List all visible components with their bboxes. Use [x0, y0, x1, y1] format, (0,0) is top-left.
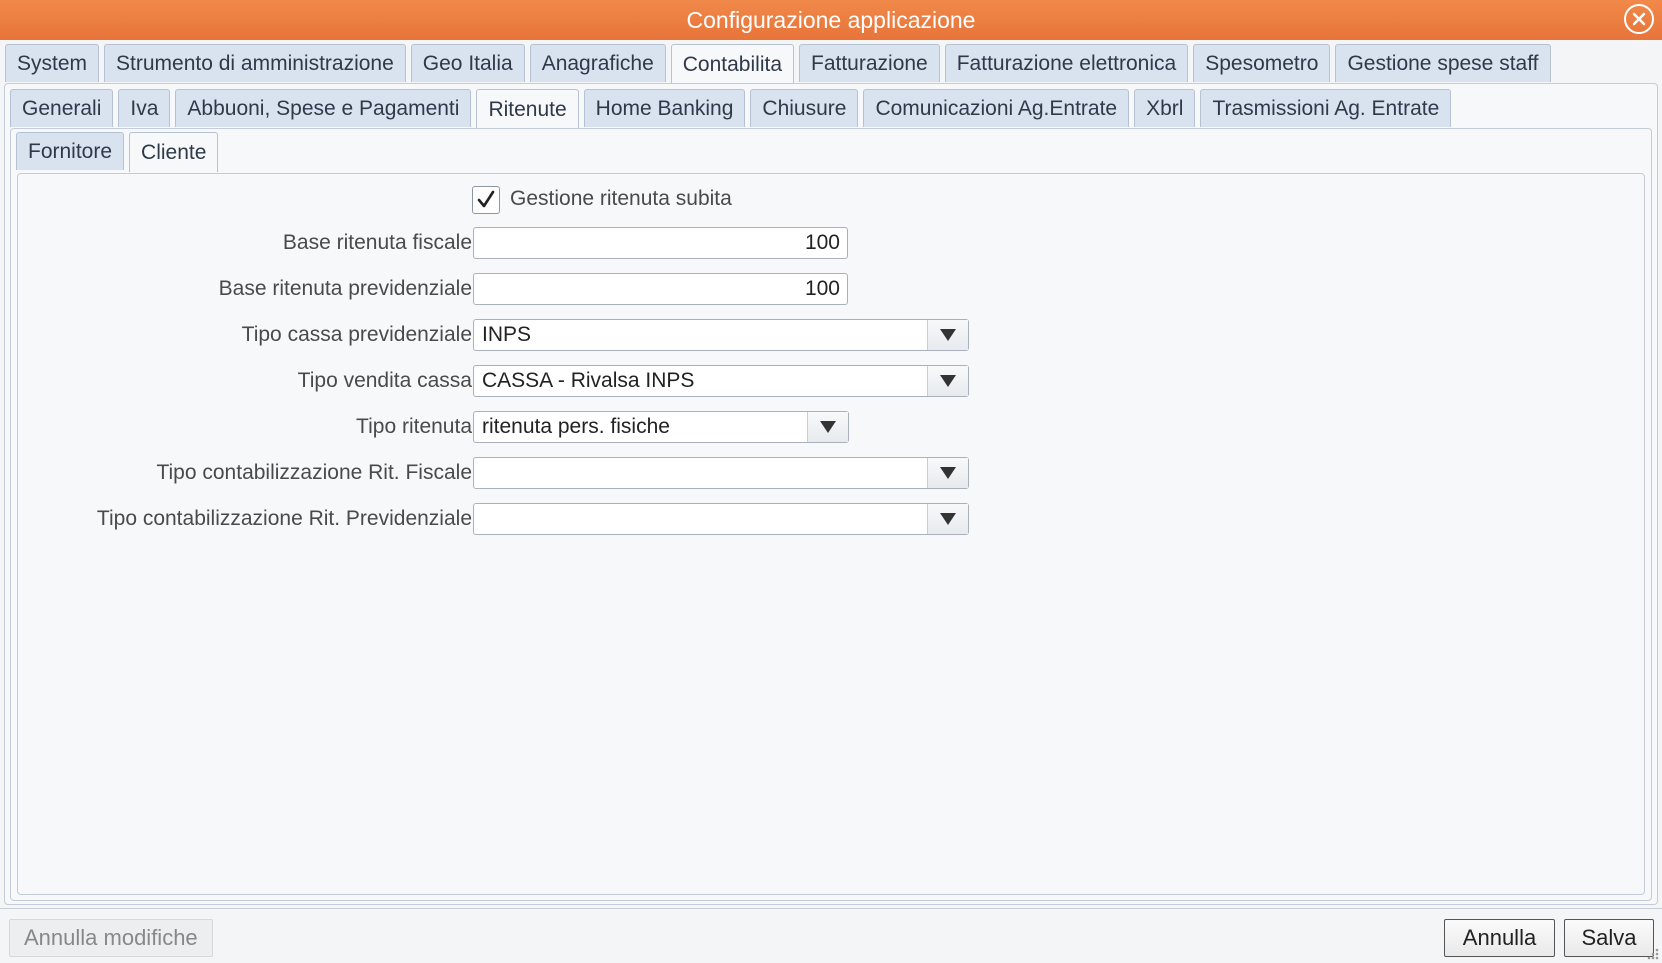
chevron-down-icon[interactable] [927, 366, 968, 396]
row-tipo-vendita: Tipo vendita cassa CASSA - Rivalsa INPS [0, 365, 1662, 397]
tipo-ritenuta-label: Tipo ritenuta [356, 415, 472, 438]
tipo-vendita-label: Tipo vendita cassa [297, 369, 472, 392]
gestione-ritenuta-label: Gestione ritenuta subita [510, 187, 732, 210]
tab-spesometro[interactable]: Spesometro [1193, 44, 1331, 82]
chevron-down-icon[interactable] [927, 458, 968, 488]
base-fiscale-input[interactable] [473, 227, 848, 259]
close-x-glyph [1632, 12, 1646, 26]
close-icon[interactable] [1624, 4, 1654, 34]
chevron-down-icon[interactable] [807, 412, 848, 442]
contab-previdenziale-select[interactable] [473, 503, 969, 535]
tab-generali[interactable]: Generali [10, 89, 114, 127]
tipo-vendita-select[interactable]: CASSA - Rivalsa INPS [473, 365, 969, 397]
tab-geo-italia[interactable]: Geo Italia [410, 44, 525, 82]
tab-iva[interactable]: Iva [118, 89, 171, 127]
tab-cliente[interactable]: Cliente [129, 132, 219, 172]
tab-system[interactable]: System [5, 44, 100, 82]
top-tab-bar: System Strumento di amministrazione Geo … [5, 44, 1556, 84]
base-fiscale-label: Base ritenuta fiscale [282, 231, 472, 254]
contab-previdenziale-label: Tipo contabilizzazione Rit. Previdenzial… [96, 507, 472, 530]
row-tipo-ritenuta: Tipo ritenuta ritenuta pers. fisiche [0, 411, 1662, 443]
tab-strumento-amministrazione[interactable]: Strumento di amministrazione [104, 44, 406, 82]
tipo-ritenuta-value: ritenuta pers. fisiche [482, 415, 670, 438]
tipo-cassa-label: Tipo cassa previdenziale [241, 323, 472, 346]
cancel-button[interactable]: Annulla [1444, 919, 1555, 957]
config-window: Configurazione applicazione System Strum… [0, 0, 1662, 963]
window-title: Configurazione applicazione [686, 6, 976, 33]
tab-gestione-spese-staff[interactable]: Gestione spese staff [1335, 44, 1551, 82]
tipo-vendita-value: CASSA - Rivalsa INPS [482, 369, 695, 392]
tab-fornitore[interactable]: Fornitore [16, 132, 125, 170]
resize-grip-icon[interactable] [1644, 945, 1660, 961]
chevron-down-icon[interactable] [927, 504, 968, 534]
checkmark-icon [477, 190, 495, 208]
tab-xbrl[interactable]: Xbrl [1134, 89, 1196, 127]
row-contab-previdenziale: Tipo contabilizzazione Rit. Previdenzial… [0, 503, 1662, 535]
base-previdenziale-label: Base ritenuta previdenziale [218, 277, 472, 300]
footer-bar: Annulla modifiche Annulla Salva [0, 908, 1662, 963]
tab-abbuoni-spese-pagamenti[interactable]: Abbuoni, Spese e Pagamenti [175, 89, 472, 127]
gestione-ritenuta-checkbox[interactable] [472, 186, 500, 214]
tab-trasmissioni-ag-entrate[interactable]: Trasmissioni Ag. Entrate [1200, 89, 1452, 127]
tab-home-banking[interactable]: Home Banking [583, 89, 746, 127]
row-base-fiscale: Base ritenuta fiscale [0, 227, 1662, 259]
row-contab-fiscale: Tipo contabilizzazione Rit. Fiscale [0, 457, 1662, 489]
contab-fiscale-label: Tipo contabilizzazione Rit. Fiscale [156, 461, 472, 484]
save-button[interactable]: Salva [1564, 919, 1654, 957]
chevron-down-icon[interactable] [927, 320, 968, 350]
tab-ritenute[interactable]: Ritenute [476, 89, 579, 129]
title-bar: Configurazione applicazione [0, 0, 1662, 40]
contab-fiscale-select[interactable] [473, 457, 969, 489]
contabilita-panel: Generali Iva Abbuoni, Spese e Pagamenti … [4, 83, 1658, 905]
annulla-modifiche-button[interactable]: Annulla modifiche [9, 919, 213, 957]
tab-fatturazione[interactable]: Fatturazione [799, 44, 940, 82]
tipo-cassa-value: INPS [482, 323, 532, 346]
tab-contabilita[interactable]: Contabilita [670, 44, 794, 84]
row-tipo-cassa: Tipo cassa previdenziale INPS [0, 319, 1662, 351]
tipo-cassa-select[interactable]: INPS [473, 319, 969, 351]
tab-anagrafiche[interactable]: Anagrafiche [529, 44, 666, 82]
tab-comunicazioni-ag-entrate[interactable]: Comunicazioni Ag.Entrate [863, 89, 1130, 127]
row-base-previdenziale: Base ritenuta previdenziale [0, 273, 1662, 305]
tab-chiusure[interactable]: Chiusure [750, 89, 859, 127]
tab-fatturazione-elettronica[interactable]: Fatturazione elettronica [944, 44, 1189, 82]
inner-tab-bar: Fornitore Cliente [16, 132, 223, 172]
tipo-ritenuta-select[interactable]: ritenuta pers. fisiche [473, 411, 849, 443]
sub-tab-bar: Generali Iva Abbuoni, Spese e Pagamenti … [10, 89, 1456, 129]
base-previdenziale-input[interactable] [473, 273, 848, 305]
